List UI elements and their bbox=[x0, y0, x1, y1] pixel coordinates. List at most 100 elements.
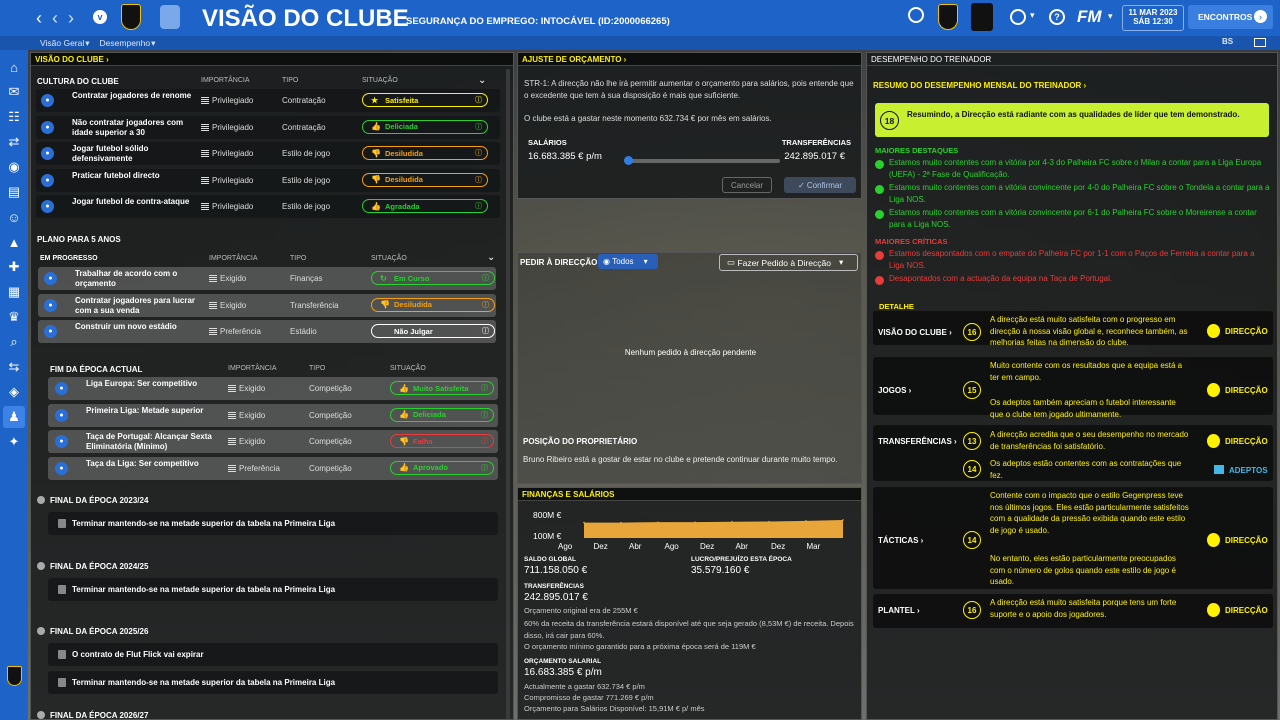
cancel-button[interactable]: Cancelar bbox=[722, 177, 772, 193]
transfers-icon[interactable]: ⇆ bbox=[3, 356, 25, 378]
medical-icon[interactable]: ✚ bbox=[3, 256, 25, 278]
board-label: DIRECÇÃO bbox=[1225, 437, 1268, 446]
development-icon[interactable]: ✦ bbox=[3, 431, 25, 453]
importance-icon bbox=[201, 176, 209, 184]
fm-logo[interactable]: FM bbox=[1077, 7, 1102, 27]
status-icon: ↻ bbox=[380, 273, 387, 283]
status-badge[interactable]: 👍 Agradada ⓘ bbox=[362, 199, 488, 213]
timeline-dot bbox=[37, 496, 45, 504]
training-icon[interactable]: ▲ bbox=[3, 231, 25, 253]
status-badge[interactable]: 👎 Falha ⓘ bbox=[390, 434, 494, 448]
layout-icon[interactable] bbox=[1254, 38, 1266, 47]
squad-icon[interactable]: ☷ bbox=[3, 106, 25, 128]
scouting-icon[interactable]: ⌕ bbox=[3, 331, 25, 353]
tactics-icon[interactable]: ⇄ bbox=[3, 131, 25, 153]
tab-overview-chevron-icon[interactable]: ▾ bbox=[85, 38, 89, 49]
competitions-icon[interactable]: ♛ bbox=[3, 306, 25, 328]
club-vision-icon[interactable]: ♟ bbox=[3, 406, 25, 428]
budget-title[interactable]: AJUSTE DE ORÇAMENTO › bbox=[518, 53, 861, 66]
data-point bbox=[731, 520, 733, 523]
scrollbar[interactable] bbox=[506, 69, 510, 719]
col-importance: IMPORTÂNCIA bbox=[228, 365, 277, 372]
row-type-icon: ● bbox=[44, 298, 57, 312]
make-request-dropdown[interactable]: ▭ Fazer Pedido à Direcção ▾ bbox=[719, 254, 858, 271]
club-info-icon[interactable]: ◈ bbox=[3, 381, 25, 403]
status-badge[interactable]: 👎 Desiludida ⓘ bbox=[362, 172, 488, 187]
area-series bbox=[584, 519, 843, 538]
col-status: SITUAÇÃO bbox=[390, 365, 426, 372]
detail-label[interactable]: PLANTEL › bbox=[878, 606, 920, 615]
detail-label[interactable]: TÁCTICAS › bbox=[878, 536, 923, 545]
row-type-icon: ● bbox=[55, 382, 68, 395]
eye-icon: ◉ bbox=[603, 257, 613, 266]
info-icon: ⓘ bbox=[482, 301, 489, 309]
chevron-down-icon[interactable]: ▾ bbox=[1030, 10, 1035, 21]
collapse-chevron-icon[interactable]: ⌄ bbox=[487, 252, 495, 263]
dropdown-circle-icon[interactable]: v bbox=[93, 10, 107, 24]
search-icon[interactable] bbox=[908, 7, 924, 23]
status-badge[interactable]: 👎 Desiludida ⓘ bbox=[371, 297, 495, 312]
budget-slider-knob[interactable] bbox=[624, 156, 633, 165]
status-badge[interactable]: 👍 Deliciada ⓘ bbox=[390, 407, 494, 422]
row-importance: Preferência bbox=[209, 327, 261, 336]
x-tick-label: Dez bbox=[700, 542, 715, 551]
back-icon[interactable]: ‹ bbox=[36, 8, 42, 29]
col-status: SITUAÇÃO bbox=[371, 255, 407, 262]
summary-title[interactable]: RESUMO DO DESEMPENHO MENSAL DO TREINADOR… bbox=[873, 81, 1086, 90]
back-arrow-icon[interactable]: ‹ bbox=[52, 8, 58, 29]
tab-performance[interactable]: Desempenho bbox=[100, 38, 151, 48]
filter-dropdown[interactable]: ◉ Todos ▾ bbox=[598, 254, 658, 269]
club-badge-icon[interactable] bbox=[121, 4, 141, 30]
date-box[interactable]: 11 MAR 2023 SÁB 12:30 bbox=[1122, 5, 1184, 31]
league-logo-icon[interactable] bbox=[971, 3, 993, 31]
row-type: Estilo de jogo bbox=[282, 149, 331, 158]
detail-label[interactable]: VISÃO DO CLUBE › bbox=[878, 328, 952, 337]
continue-button[interactable]: ENCONTROS › bbox=[1188, 5, 1273, 29]
info-icon: ⓘ bbox=[475, 203, 482, 210]
budget-panel: AJUSTE DE ORÇAMENTO › STR-1: A direcção … bbox=[517, 52, 862, 199]
y-tick-label: 800M € bbox=[533, 510, 562, 520]
status-badge[interactable]: 👍 Deliciada ⓘ bbox=[362, 119, 488, 134]
status-badge[interactable]: ★ Satisfeita ⓘ bbox=[362, 93, 488, 107]
tab-performance-chevron-icon[interactable]: ▾ bbox=[151, 38, 155, 49]
row-type: Competição bbox=[309, 410, 352, 420]
row-label: Jogar futebol sólido defensivamente bbox=[72, 144, 149, 163]
forward-arrow-icon[interactable]: › bbox=[68, 8, 74, 29]
wage-budget-value: 16.683.385 € p/m bbox=[524, 667, 602, 678]
detail-label[interactable]: TRANSFERÊNCIAS › bbox=[878, 437, 957, 446]
status-badge[interactable]: 👍 Muito Satisfeita ⓘ bbox=[390, 381, 494, 395]
club-vision-title[interactable]: VISÃO DO CLUBE › bbox=[31, 53, 513, 66]
club-badge-small-icon[interactable] bbox=[938, 4, 958, 30]
detail-text: Muito contente com os resultados que a e… bbox=[990, 361, 1183, 382]
row-type-icon: ● bbox=[44, 325, 57, 338]
nav-club-badge-icon[interactable] bbox=[7, 666, 22, 686]
board-label: DIRECÇÃO bbox=[1225, 606, 1268, 615]
section-heading: FINAL DA ÉPOCA 2024/25 bbox=[50, 562, 149, 571]
status-badge[interactable]: 👍 Aprovado ⓘ bbox=[390, 460, 494, 475]
calendar-icon[interactable]: ▦ bbox=[3, 281, 25, 303]
detail-label[interactable]: JOGOS › bbox=[878, 386, 911, 395]
kit-icon[interactable] bbox=[160, 5, 180, 29]
inbox-icon[interactable]: ✉ bbox=[3, 81, 25, 103]
importance-icon bbox=[228, 411, 236, 419]
row-importance: Exigido bbox=[209, 274, 246, 283]
dynamics-icon[interactable]: ◉ bbox=[3, 156, 25, 178]
budget-slider-track[interactable] bbox=[624, 159, 780, 163]
fm-menu-chevron-icon[interactable]: ▾ bbox=[1108, 11, 1113, 22]
status-badge[interactable]: 👎 Desiludida ⓘ bbox=[362, 146, 488, 160]
globe-icon[interactable] bbox=[1010, 9, 1026, 25]
summary-score: 18 bbox=[880, 111, 899, 130]
finance-title[interactable]: FINANÇAS E SALÁRIOS bbox=[518, 488, 861, 501]
reports-icon[interactable]: ▤ bbox=[3, 181, 25, 203]
help-icon[interactable]: ? bbox=[1049, 9, 1065, 25]
home-icon[interactable]: ⌂ bbox=[3, 56, 25, 78]
transfer-note-2: 60% da receita da transferência estará d… bbox=[524, 619, 854, 640]
confirm-button[interactable]: ✓ Confirmar bbox=[784, 177, 856, 193]
board-label: DIRECÇÃO bbox=[1225, 536, 1268, 545]
status-badge[interactable]: Não Julgar ⓘ bbox=[371, 324, 495, 338]
tab-overview[interactable]: Visão Geral bbox=[40, 38, 84, 48]
collapse-chevron-icon[interactable]: ⌄ bbox=[478, 75, 486, 86]
bs-label[interactable]: BS bbox=[1222, 37, 1233, 46]
status-badge[interactable]: ↻ Em Curso ⓘ bbox=[371, 271, 495, 285]
staff-icon[interactable]: ☺ bbox=[3, 206, 25, 228]
